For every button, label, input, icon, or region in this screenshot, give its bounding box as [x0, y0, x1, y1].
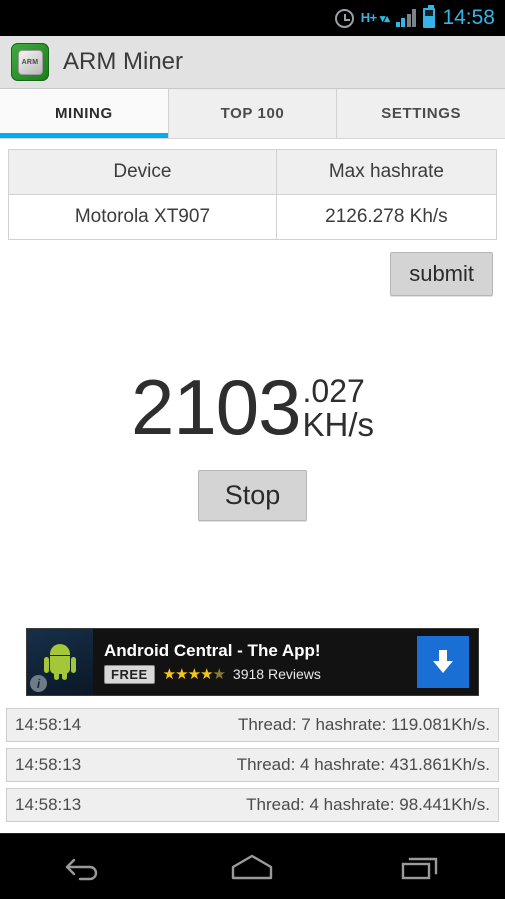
hashrate-display: 2103 .027 KH/s [0, 363, 505, 451]
ad-text-block: Android Central - The App! FREE ★★★★★ 39… [93, 641, 417, 684]
arm-chip-icon: ARM [11, 43, 49, 81]
battery-icon [423, 5, 436, 28]
ad-thumbnail: i [27, 629, 93, 695]
tab-mining-label: MINING [54, 105, 113, 122]
download-arrow-icon [433, 650, 453, 674]
action-bar: ARM ARM Miner [0, 36, 505, 89]
log-message: Thread: 4 hashrate: 431.861Kh/s. [236, 755, 490, 774]
ad-download-button[interactable] [417, 636, 469, 688]
status-bar: H+ ▾▴ 14:58 [0, 0, 505, 36]
table-header-device: Device [9, 150, 277, 194]
tab-settings[interactable]: SETTINGS [337, 89, 505, 138]
table-header-row: Device Max hashrate [9, 150, 496, 194]
log-message: Thread: 4 hashrate: 98.441Kh/s. [246, 795, 490, 814]
submit-row: submit [0, 240, 505, 296]
page-title: ARM Miner [63, 48, 184, 75]
app-screen: H+ ▾▴ 14:58 ARM ARM Miner MINING TOP 100… [0, 0, 505, 899]
ad-info-icon[interactable]: i [30, 675, 47, 692]
tab-bar: MINING TOP 100 SETTINGS [0, 89, 505, 138]
table-cell-max-hashrate: 2126.278 Kh/s [276, 195, 496, 239]
hashrate-unit: KH/s [302, 406, 375, 443]
ad-title: Android Central - The App! [104, 640, 321, 660]
ad-price-badge: FREE [104, 664, 155, 684]
log-time: 14:58:14 [15, 715, 82, 734]
status-bar-clock: 14:58 [442, 6, 495, 29]
recents-icon[interactable] [376, 844, 466, 890]
data-arrows-icon: ▾▴ [379, 12, 390, 25]
signal-bars-icon [395, 9, 417, 27]
ad-rating-stars-full: ★★★★ [162, 666, 214, 683]
ad-rating-star-half: ★ [212, 666, 225, 683]
ad-review-count: 3918 Reviews [232, 666, 321, 682]
home-icon[interactable] [207, 844, 297, 890]
arm-chip-icon-label: ARM [17, 49, 43, 75]
hashrate-decimal: .027 [302, 373, 365, 409]
table-row[interactable]: Motorola XT907 2126.278 Kh/s [9, 194, 496, 239]
log-time: 14:58:13 [15, 795, 82, 814]
stop-button[interactable]: Stop [197, 470, 308, 521]
navigation-bar [0, 833, 505, 899]
control-row: Stop [0, 470, 505, 521]
tab-mining[interactable]: MINING [0, 89, 169, 138]
android-robot-icon [44, 644, 76, 680]
log-list: 14:58:14 Thread: 7 hashrate: 119.081Kh/s… [6, 708, 499, 828]
back-icon[interactable] [39, 844, 129, 890]
network-type-icon: H+ ▾▴ [360, 9, 390, 25]
table-header-max-hashrate: Max hashrate [276, 150, 496, 194]
device-table: Device Max hashrate Motorola XT907 2126.… [8, 149, 497, 240]
tab-top-100[interactable]: TOP 100 [168, 89, 338, 138]
ad-banner[interactable]: i Android Central - The App! FREE ★★★★★ … [26, 628, 479, 696]
log-time: 14:58:13 [15, 755, 82, 774]
hashrate-integer: 2103 [130, 363, 302, 451]
tab-settings-label: SETTINGS [381, 105, 462, 122]
log-message: Thread: 7 hashrate: 119.081Kh/s. [237, 715, 490, 734]
submit-button[interactable]: submit [390, 252, 493, 296]
network-type-label: H+ [360, 9, 377, 25]
alarm-clock-icon [334, 8, 354, 28]
tab-top-100-label: TOP 100 [220, 105, 285, 122]
list-item[interactable]: 14:58:13 Thread: 4 hashrate: 431.861Kh/s… [6, 748, 499, 782]
ad-rating-stars: ★★★★★ [162, 665, 226, 683]
list-item[interactable]: 14:58:14 Thread: 7 hashrate: 119.081Kh/s… [6, 708, 499, 742]
tab-bar-divider [0, 138, 505, 139]
table-cell-device: Motorola XT907 [9, 195, 277, 239]
list-item[interactable]: 14:58:13 Thread: 4 hashrate: 98.441Kh/s. [6, 788, 499, 822]
